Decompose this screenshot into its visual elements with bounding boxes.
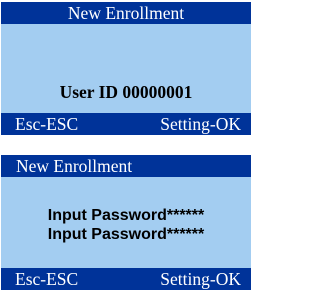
screen-title-text: New Enrollment <box>67 3 185 23</box>
user-id-message: User ID 00000001 <box>59 82 193 102</box>
ok-softkey[interactable]: Setting-OK <box>160 113 241 135</box>
softkey-bar: Esc-ESC Setting-OK <box>1 268 251 290</box>
enrollment-screen-password: New Enrollment Input Password****** Inpu… <box>1 155 251 290</box>
esc-softkey[interactable]: Esc-ESC <box>15 268 78 290</box>
enrollment-screen-user-id: New Enrollment User ID 00000001 Esc-ESC … <box>1 2 251 135</box>
esc-softkey[interactable]: Esc-ESC <box>15 113 78 135</box>
screen-title-text: New Enrollment <box>16 156 133 176</box>
screen-title: New Enrollment <box>1 155 251 177</box>
screen-title: New Enrollment <box>1 2 251 24</box>
ok-softkey[interactable]: Setting-OK <box>160 268 241 290</box>
softkey-bar: Esc-ESC Setting-OK <box>1 113 251 135</box>
password-input-line[interactable]: Input Password****** <box>1 207 251 225</box>
password-confirm-line[interactable]: Input Password****** <box>1 226 251 244</box>
